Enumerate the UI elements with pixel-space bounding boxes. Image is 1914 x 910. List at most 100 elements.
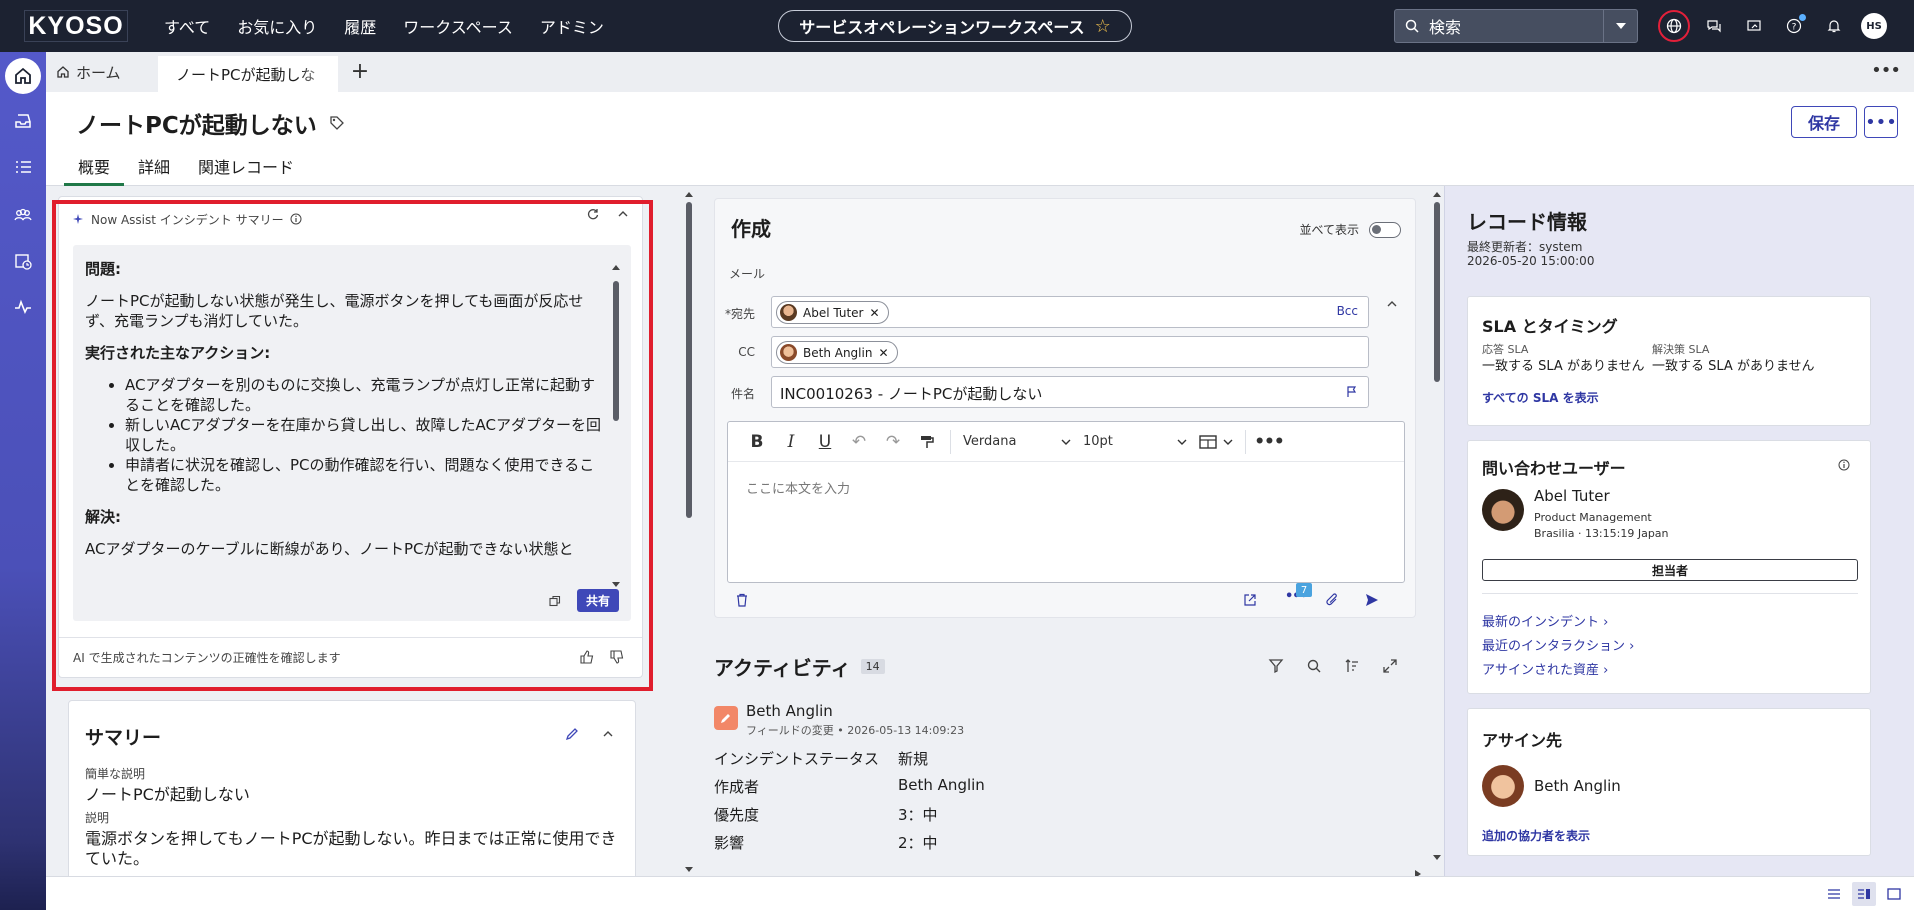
record-info-title: レコード情報: [1467, 210, 1587, 234]
group-icon[interactable]: [4, 196, 42, 234]
to-field[interactable]: Abel Tuter ✕ Bcc: [771, 296, 1369, 328]
info-icon[interactable]: [1838, 459, 1850, 471]
bold-icon[interactable]: B: [740, 422, 774, 462]
attachment-icon[interactable]: [1325, 593, 1339, 607]
assignee-button[interactable]: 担当者: [1482, 559, 1858, 581]
redo-icon[interactable]: ↷: [876, 422, 910, 462]
logo[interactable]: KYOSO: [24, 10, 128, 42]
nav-favorites[interactable]: お気に入り: [237, 14, 317, 38]
email-body-editor[interactable]: B I U ↶ ↷ Verdana 10pt ••• ここに本文を入力: [727, 421, 1405, 583]
remove-chip-icon[interactable]: ✕: [878, 346, 888, 360]
bcc-link[interactable]: Bcc: [1337, 304, 1358, 318]
subtab-details[interactable]: 詳細: [124, 154, 184, 186]
middle-column-scrollbar[interactable]: [1432, 186, 1442, 876]
subject-field[interactable]: INC0010263 - ノートPCが起動しない: [771, 376, 1369, 408]
assignee-name[interactable]: Beth Anglin: [1534, 777, 1621, 795]
user-avatar[interactable]: HS: [1854, 8, 1894, 44]
activity-field-name: 優先度: [714, 806, 760, 824]
summary-scrollbar[interactable]: [611, 263, 621, 597]
search-icon: [1395, 19, 1429, 33]
info-icon[interactable]: [290, 213, 302, 225]
record-more-button[interactable]: •••: [1864, 106, 1898, 138]
nav-admin[interactable]: アドミン: [540, 14, 604, 38]
subtab-related[interactable]: 関連レコード: [184, 154, 308, 186]
chevron-up-icon[interactable]: [601, 727, 615, 741]
tab-record[interactable]: ノートPCが起動しな: [158, 56, 338, 92]
caller-name[interactable]: Abel Tuter: [1534, 487, 1610, 505]
cc-chip[interactable]: Beth Anglin ✕: [776, 341, 898, 364]
trash-icon[interactable]: [735, 593, 749, 607]
save-button[interactable]: 保存: [1791, 106, 1857, 138]
globe-button[interactable]: [1654, 8, 1694, 44]
list-icon[interactable]: [4, 148, 42, 186]
show-collaborators-link[interactable]: 追加の協力者を表示: [1482, 827, 1590, 844]
recent-interactions-link[interactable]: 最近のインタラクション ›: [1482, 635, 1634, 654]
now-assist-body: 問題: ノートPCが起動しない状態が発生し、電源ボタンを押しても画面が反応せず、…: [73, 245, 631, 621]
side-by-side-toggle[interactable]: 並べて表示: [1299, 221, 1401, 238]
globe-icon: [1658, 10, 1690, 42]
to-chip[interactable]: Abel Tuter ✕: [776, 301, 889, 324]
refresh-icon[interactable]: [586, 207, 600, 221]
sort-icon[interactable]: [1344, 658, 1360, 674]
last-updated-by: 最終更新者：system: [1467, 240, 1583, 254]
nav-workspaces[interactable]: ワークスペース: [403, 14, 513, 38]
more-tools-icon[interactable]: •••: [1252, 422, 1286, 462]
font-family-select[interactable]: Verdana: [957, 434, 1077, 449]
recent-incidents-link[interactable]: 最新のインシデント ›: [1482, 611, 1608, 630]
single-column-layout-icon[interactable]: [1822, 882, 1846, 906]
flag-icon[interactable]: [1346, 386, 1358, 398]
filter-icon[interactable]: [1268, 658, 1284, 674]
expand-icon[interactable]: [1382, 658, 1398, 674]
tab-home[interactable]: ホーム: [56, 52, 121, 92]
star-icon[interactable]: ☆: [1095, 16, 1111, 37]
undo-icon[interactable]: ↶: [842, 422, 876, 462]
tag-icon[interactable]: [329, 115, 345, 131]
search-input[interactable]: 検索: [1429, 14, 1603, 38]
global-search[interactable]: 検索: [1394, 9, 1638, 43]
add-tab-button[interactable]: +: [348, 60, 372, 84]
subtab-overview[interactable]: 概要: [64, 154, 125, 186]
thumbs-up-icon[interactable]: [580, 650, 594, 664]
share-button[interactable]: 共有: [576, 589, 619, 612]
chevron-up-icon[interactable]: [1385, 297, 1399, 311]
underline-icon[interactable]: U: [808, 422, 842, 462]
split-layout-icon[interactable]: [1852, 882, 1876, 906]
assigned-assets-link[interactable]: アサインされた資産 ›: [1482, 659, 1608, 678]
chat-icon[interactable]: [1694, 8, 1734, 44]
home-icon[interactable]: [5, 58, 41, 94]
toggle-switch[interactable]: [1369, 221, 1401, 238]
nav-history[interactable]: 履歴: [344, 14, 376, 38]
nav-all[interactable]: すべて: [164, 14, 210, 38]
italic-icon[interactable]: I: [774, 422, 808, 462]
chevron-up-icon[interactable]: [616, 207, 630, 221]
view-all-sla-link[interactable]: すべての SLA を表示: [1482, 389, 1599, 406]
tab-more-icon[interactable]: •••: [1871, 60, 1901, 81]
inbox-icon[interactable]: [4, 102, 42, 140]
remove-chip-icon[interactable]: ✕: [870, 306, 880, 320]
thumbs-down-icon[interactable]: [610, 650, 624, 664]
tab-record-label: ノートPCが起動しな: [176, 65, 316, 84]
search-scope-dropdown[interactable]: [1603, 10, 1637, 42]
edit-pencil-icon[interactable]: [565, 727, 579, 741]
workspace-title-pill[interactable]: サービスオペレーションワークスペース ☆: [778, 10, 1132, 42]
pop-out-icon[interactable]: [1243, 593, 1257, 607]
calendar-clock-icon[interactable]: [4, 242, 42, 280]
format-painter-icon[interactable]: [910, 422, 944, 462]
table-select[interactable]: [1193, 434, 1239, 449]
help-icon[interactable]: ?: [1774, 8, 1814, 44]
full-layout-icon[interactable]: [1882, 882, 1906, 906]
pulse-icon[interactable]: [4, 288, 42, 326]
compose-footer: ••• 7: [715, 583, 1415, 617]
activity-field-value: Beth Anglin: [898, 776, 985, 794]
activity-author[interactable]: Beth Anglin: [746, 702, 833, 720]
cc-field[interactable]: Beth Anglin ✕: [771, 336, 1369, 368]
horizontal-scroll-arrow[interactable]: [1414, 869, 1422, 876]
copy-icon[interactable]: [549, 595, 561, 607]
send-icon[interactable]: [1365, 593, 1379, 607]
screen-share-icon[interactable]: [1734, 8, 1774, 44]
bell-icon[interactable]: [1814, 8, 1854, 44]
left-column-scrollbar[interactable]: [684, 186, 694, 876]
font-size-select[interactable]: 10pt: [1077, 434, 1193, 449]
search-icon[interactable]: [1306, 658, 1322, 674]
list-item: 新しいACアダプターを在庫から貸し出し、故障したACアダプターを回収した。: [125, 415, 605, 455]
